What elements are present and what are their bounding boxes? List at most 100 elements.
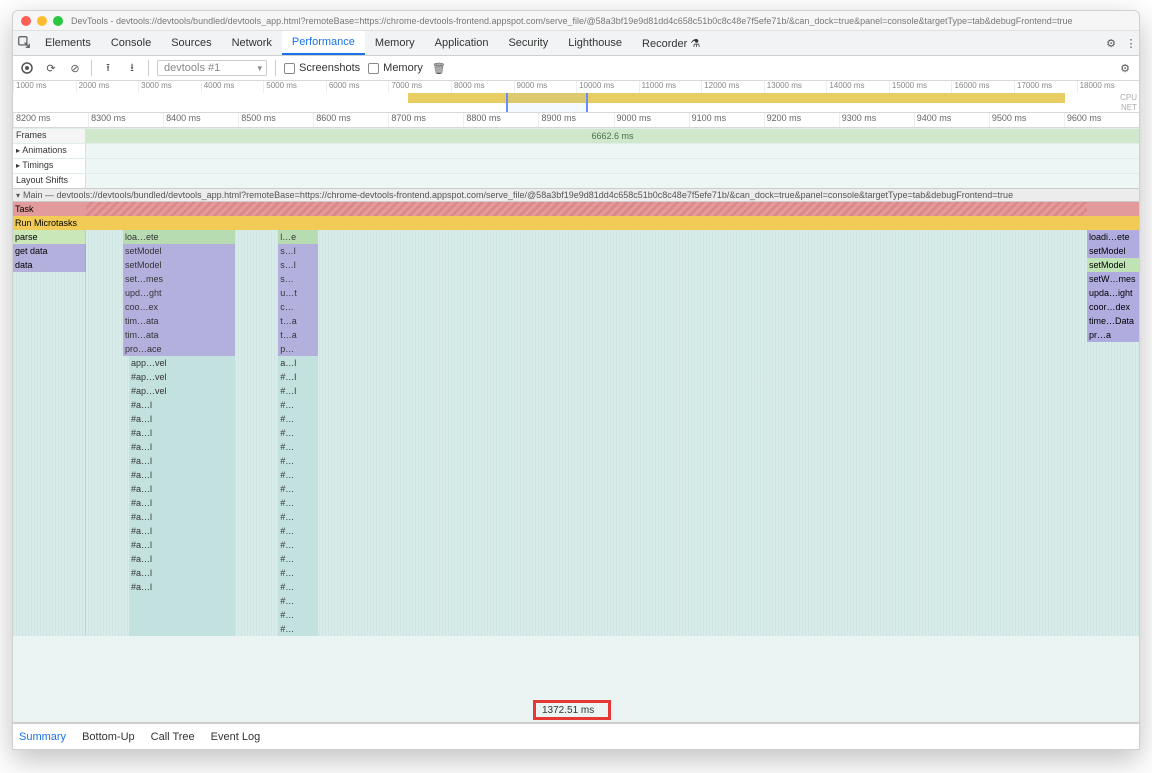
flame-block[interactable] (86, 468, 1087, 482)
flame-block[interactable] (86, 412, 1087, 426)
flame-block[interactable] (86, 496, 1087, 510)
flame-block[interactable]: loa…ete (123, 230, 235, 244)
tab-network[interactable]: Network (222, 31, 282, 55)
toolbar-settings-icon[interactable]: ⚙ (1117, 60, 1133, 76)
flame-block[interactable]: tim…ata (123, 328, 235, 342)
flame-right-label (1087, 370, 1139, 384)
flame-block[interactable]: c… (278, 300, 318, 314)
flame-block[interactable] (86, 552, 1087, 566)
highlighted-duration-text: 1372.51 ms (542, 705, 594, 716)
settings-icon[interactable]: ⚙ (1099, 37, 1123, 50)
flame-block[interactable]: u…t (278, 286, 318, 300)
flame-block[interactable] (86, 216, 1087, 230)
devtools-window: DevTools - devtools://devtools/bundled/d… (12, 10, 1140, 750)
flame-block[interactable]: s…l (278, 258, 318, 272)
tab-performance[interactable]: Performance (282, 31, 365, 55)
flame-block[interactable]: t…a (278, 314, 318, 328)
flame-block[interactable] (86, 580, 1087, 594)
flame-block[interactable]: setModel (123, 258, 235, 272)
tab-memory[interactable]: Memory (365, 31, 425, 55)
flame-block[interactable] (86, 524, 1087, 538)
clear-icon[interactable]: ⊘ (67, 60, 83, 76)
flame-left-label (13, 286, 86, 300)
flame-block[interactable] (86, 608, 1087, 622)
ruler-tick: 8800 ms (463, 113, 538, 127)
flame-block[interactable] (86, 202, 1087, 216)
memory-checkbox[interactable]: Memory (368, 62, 423, 74)
flame-block[interactable]: set…mes (123, 272, 235, 286)
details-tab-bottom-up[interactable]: Bottom-Up (82, 731, 135, 743)
upload-icon[interactable]: ⭱ (100, 60, 116, 76)
flame-right-label: upda…ight (1087, 286, 1139, 300)
tracks-area[interactable]: Frames 6662.6 ms ▸ Animations ▸ Timings … (13, 128, 1139, 723)
overview-tick: 1000 ms (13, 81, 76, 93)
overview-strip[interactable]: 1000 ms2000 ms3000 ms4000 ms5000 ms6000 … (13, 81, 1139, 113)
flame-block[interactable] (86, 510, 1087, 524)
tab-sources[interactable]: Sources (161, 31, 221, 55)
flame-block[interactable]: coo…ex (123, 300, 235, 314)
timings-track-label[interactable]: ▸ Timings (13, 159, 86, 173)
details-tab-call-tree[interactable]: Call Tree (151, 731, 195, 743)
tab-security[interactable]: Security (498, 31, 558, 55)
flame-block[interactable] (86, 426, 1087, 440)
flame-block[interactable]: t…a (278, 328, 318, 342)
flame-chart[interactable]: TaskRun Microtasksparseloa…etel…eloadi…e… (13, 202, 1139, 636)
time-ruler[interactable]: 8200 ms8300 ms8400 ms8500 ms8600 ms8700 … (13, 113, 1139, 128)
flame-block[interactable] (86, 482, 1087, 496)
close-window-button[interactable] (21, 16, 31, 26)
inspect-element-icon[interactable] (13, 35, 35, 52)
ruler-tick: 9600 ms (1064, 113, 1139, 127)
screenshots-checkbox[interactable]: Screenshots (284, 62, 360, 74)
flame-block[interactable] (86, 594, 1087, 608)
flame-block[interactable] (86, 538, 1087, 552)
flame-block[interactable]: setModel (123, 244, 235, 258)
reload-icon[interactable]: ⟳ (43, 60, 59, 76)
details-tab-event-log[interactable]: Event Log (211, 731, 261, 743)
recording-select[interactable]: devtools #1 (157, 60, 267, 76)
tab-elements[interactable]: Elements (35, 31, 101, 55)
flame-block[interactable] (86, 384, 1087, 398)
flame-block[interactable] (86, 398, 1087, 412)
frames-track-label[interactable]: Frames (13, 129, 86, 143)
flame-right-label: setModel (1087, 244, 1139, 258)
flame-block[interactable]: s…l (278, 244, 318, 258)
flame-block[interactable] (86, 622, 1087, 636)
tab-application[interactable]: Application (425, 31, 499, 55)
flame-block[interactable] (86, 566, 1087, 580)
tab-recorder-[interactable]: Recorder ⚗︎ (632, 31, 710, 55)
flame-block[interactable] (86, 440, 1087, 454)
flame-block[interactable]: s… (278, 272, 318, 286)
overview-selection[interactable] (506, 93, 588, 112)
flame-left-label (13, 468, 86, 482)
flame-block[interactable] (86, 370, 1087, 384)
flame-block[interactable]: p… (278, 342, 318, 356)
animations-track-label[interactable]: ▸ Animations (13, 144, 86, 158)
flame-right-label (1087, 538, 1139, 552)
flame-block[interactable]: l…e (278, 230, 318, 244)
trash-icon[interactable]: 🗑 (431, 60, 447, 76)
flame-block[interactable]: pro…ace (123, 342, 235, 356)
flame-block[interactable]: upd…ght (123, 286, 235, 300)
flame-block[interactable] (86, 356, 1087, 370)
ruler-tick: 9200 ms (764, 113, 839, 127)
details-tab-summary[interactable]: Summary (19, 731, 66, 743)
tab-console[interactable]: Console (101, 31, 161, 55)
main-thread-header[interactable]: ▾Main — devtools://devtools/bundled/devt… (13, 188, 1139, 202)
minimize-window-button[interactable] (37, 16, 47, 26)
tab-lighthouse[interactable]: Lighthouse (558, 31, 632, 55)
flame-block[interactable] (86, 454, 1087, 468)
zoom-window-button[interactable] (53, 16, 63, 26)
ruler-tick: 9400 ms (914, 113, 989, 127)
layout-shifts-track-label[interactable]: Layout Shifts (13, 174, 86, 188)
flame-block[interactable]: tim…ata (123, 314, 235, 328)
download-icon[interactable]: ⭳ (124, 60, 140, 76)
flame-left-label (13, 510, 86, 524)
more-icon[interactable]: ⋮ (1123, 37, 1139, 50)
performance-toolbar: ⟳ ⊘ ⭱ ⭳ devtools #1 Screenshots Memory 🗑… (13, 56, 1139, 81)
record-icon[interactable] (19, 60, 35, 76)
ruler-tick: 9300 ms (839, 113, 914, 127)
flame-right-label (1087, 594, 1139, 608)
flame-left-label (13, 594, 86, 608)
overview-tick: 4000 ms (201, 81, 264, 93)
flame-left-label (13, 566, 86, 580)
